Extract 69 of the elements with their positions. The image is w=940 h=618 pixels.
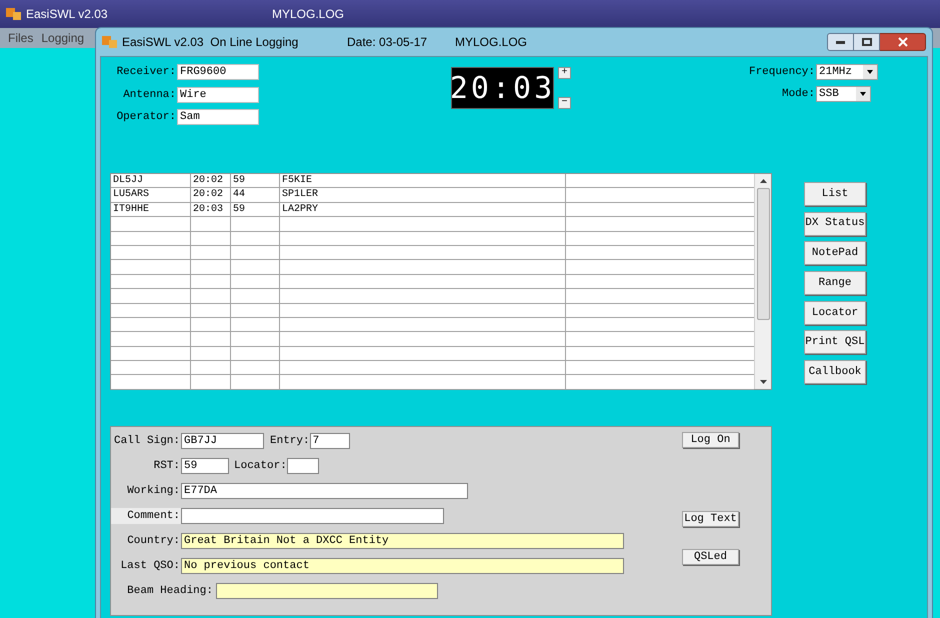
table-cell: F5KIE <box>282 175 312 186</box>
menu-item[interactable]: Files <box>8 29 34 47</box>
maximize-button[interactable] <box>854 33 880 51</box>
action-button[interactable]: List <box>804 182 866 206</box>
action-button[interactable]: QSLed <box>682 549 739 565</box>
minimize-icon <box>836 40 845 44</box>
table-cell: SP1LER <box>282 189 318 200</box>
minimize-button[interactable] <box>827 33 854 51</box>
log-file-name: MYLOG.LOG <box>455 34 528 51</box>
menu-item[interactable]: Logging <box>41 29 84 47</box>
input-field[interactable] <box>216 583 438 599</box>
field-label: Locator: <box>234 460 287 472</box>
window-title: EasiSWL v2.03 On Line Logging <box>122 34 300 51</box>
action-button[interactable]: Locator <box>804 300 866 325</box>
app-file-name: MYLOG.LOG <box>272 6 344 23</box>
table-cell: 59 <box>233 175 246 186</box>
table-cell: 44 <box>233 189 246 200</box>
field-label: Call Sign: <box>114 434 181 449</box>
field-label: Frequency: <box>748 65 815 80</box>
input-field[interactable]: FRG9600 <box>177 64 259 80</box>
input-field[interactable]: No previous contact <box>181 558 624 574</box>
input-field[interactable]: Wire <box>177 86 259 103</box>
field-label: RST: <box>154 458 181 474</box>
input-field[interactable]: 59 <box>181 458 229 474</box>
input-field[interactable]: GB7JJ <box>181 433 264 449</box>
table-cell: LU5ARS <box>113 189 150 200</box>
action-button[interactable]: Print QSL <box>804 330 866 354</box>
table-cell: IT9HHE <box>113 204 150 215</box>
field-label: Entry: <box>270 434 310 447</box>
input-field[interactable]: 7 <box>310 433 350 449</box>
action-button[interactable]: Log Text <box>682 511 739 527</box>
decrement-button[interactable]: − <box>558 97 571 109</box>
table-cell: 59 <box>233 204 246 215</box>
field-label: Operator: <box>116 110 176 125</box>
field-label: Antenna: <box>123 88 176 102</box>
input-field[interactable]: E77DA <box>181 483 468 499</box>
table-cell: LA2PRY <box>282 204 318 215</box>
increment-button[interactable]: + <box>558 67 571 79</box>
digital-clock: 20:03 <box>451 67 554 109</box>
dropdown[interactable]: SSB <box>816 86 871 102</box>
action-button[interactable]: DX Status <box>804 212 866 236</box>
log-date: Date: 03-05-17 <box>347 34 428 51</box>
input-field[interactable] <box>181 508 444 524</box>
field-label: Last QSO: <box>120 558 181 574</box>
field-label: Mode: <box>782 86 815 102</box>
table-cell: 20:02 <box>193 189 224 200</box>
app-logo-icon <box>6 7 22 21</box>
close-icon <box>898 37 908 47</box>
action-button[interactable]: NotePad <box>804 241 866 266</box>
close-button[interactable] <box>880 33 926 51</box>
dropdown[interactable]: 21MHz <box>816 64 878 80</box>
action-button[interactable]: Callbook <box>804 360 866 384</box>
field-label: Beam Heading: <box>127 584 214 599</box>
table-cell: 20:02 <box>193 175 224 186</box>
input-field[interactable]: Sam <box>177 109 259 126</box>
input-field[interactable]: Great Britain Not a DXCC Entity <box>181 533 624 549</box>
field-label: Receiver: <box>116 65 176 80</box>
table-cell: 20:03 <box>193 204 224 215</box>
action-button[interactable]: Log On <box>682 432 739 448</box>
field-label: Working: <box>127 484 181 499</box>
input-field[interactable] <box>286 458 319 474</box>
maximize-icon <box>862 38 872 46</box>
app-title: EasiSWL v2.03 <box>26 6 109 23</box>
app-logo-icon <box>102 35 118 49</box>
field-label: Comment: <box>111 508 181 524</box>
field-label: Country: <box>127 534 181 549</box>
table-cell: DL5JJ <box>113 175 144 186</box>
scroll-thumb[interactable] <box>756 188 770 320</box>
action-button[interactable]: Range <box>804 271 866 296</box>
